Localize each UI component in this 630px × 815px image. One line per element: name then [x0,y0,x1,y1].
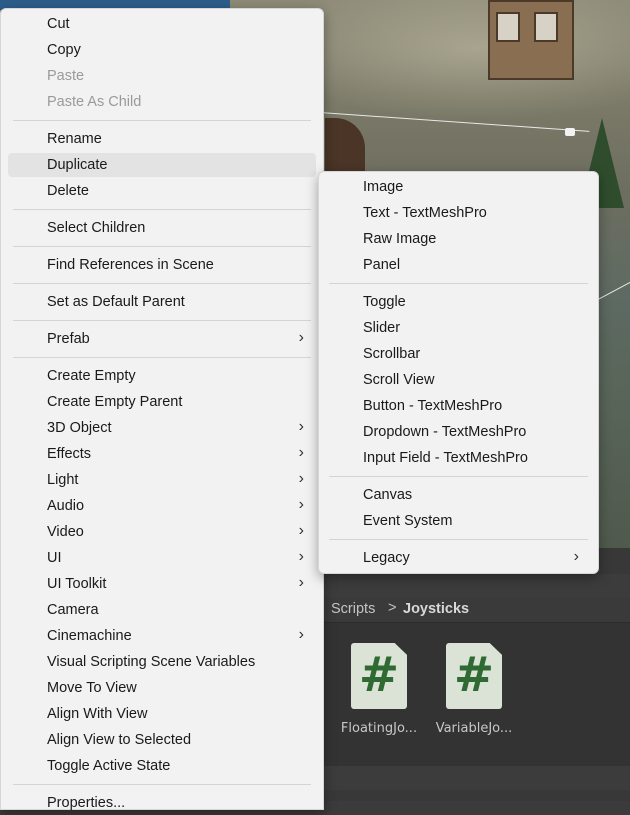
menu-separator [13,357,311,358]
menu-item-delete[interactable]: Delete [8,179,316,203]
building-window [496,12,520,42]
building-window [534,12,558,42]
chevron-right-icon: › [298,548,304,565]
menu-item-create-empty-parent[interactable]: Create Empty Parent [8,390,316,414]
submenu-item-event-system[interactable]: Event System [326,509,591,533]
submenu-item-button-textmeshpro[interactable]: Button - TextMeshPro [326,394,591,418]
menu-item-visual-scripting-scene-variables[interactable]: Visual Scripting Scene Variables [8,650,316,674]
menu-item-properties[interactable]: Properties... [8,791,316,815]
menu-item-ui[interactable]: UI › [8,546,316,570]
menu-item-toggle-active-state[interactable]: Toggle Active State [8,754,316,778]
chevron-right-icon: › [573,548,579,565]
menu-separator [13,320,311,321]
menu-separator [13,784,311,785]
menu-item-align-view-to-selected[interactable]: Align View to Selected [8,728,316,752]
script-asset[interactable]: # FloatingJo... [334,643,424,736]
chevron-right-icon: › [298,470,304,487]
menu-item-3d-object[interactable]: 3D Object › [8,416,316,440]
menu-item-paste[interactable]: Paste [8,64,316,88]
chevron-right-icon: › [298,418,304,435]
submenu-item-panel[interactable]: Panel [326,253,591,277]
submenu-item-scrollbar[interactable]: Scrollbar [326,342,591,366]
chevron-right-icon: › [298,496,304,513]
chevron-right-icon: › [298,522,304,539]
menu-separator [329,283,588,284]
csharp-script-icon: # [446,643,502,709]
menu-item-light[interactable]: Light › [8,468,316,492]
scene-building [488,0,574,80]
submenu-item-text-textmeshpro[interactable]: Text - TextMeshPro [326,201,591,225]
breadcrumb-separator: > [388,600,397,616]
selection-outline [596,281,630,301]
submenu-item-raw-image[interactable]: Raw Image [326,227,591,251]
menu-separator [13,209,311,210]
asset-name: FloatingJo... [340,721,418,736]
ui-submenu: Image Text - TextMeshPro Raw Image Panel… [318,171,599,574]
breadcrumb-scripts[interactable]: Scripts [331,601,375,617]
menu-item-cinemachine[interactable]: Cinemachine › [8,624,316,648]
chevron-right-icon: › [298,444,304,461]
menu-item-effects[interactable]: Effects › [8,442,316,466]
menu-item-find-references[interactable]: Find References in Scene [8,253,316,277]
breadcrumb-joysticks[interactable]: Joysticks [403,601,469,617]
script-asset[interactable]: # VariableJo... [429,643,519,736]
menu-separator [329,539,588,540]
menu-item-video[interactable]: Video › [8,520,316,544]
menu-item-cut[interactable]: Cut [8,12,316,36]
menu-separator [329,476,588,477]
submenu-item-image[interactable]: Image [326,175,591,199]
hierarchy-context-menu: Cut Copy Paste Paste As Child Rename Dup… [0,8,324,811]
submenu-item-toggle[interactable]: Toggle [326,290,591,314]
menu-separator [13,120,311,121]
menu-item-ui-toolkit[interactable]: UI Toolkit › [8,572,316,596]
menu-item-duplicate[interactable]: Duplicate [8,153,316,177]
menu-item-copy[interactable]: Copy [8,38,316,62]
submenu-item-input-field-textmeshpro[interactable]: Input Field - TextMeshPro [326,446,591,470]
asset-name: VariableJo... [435,721,513,736]
menu-item-align-with-view[interactable]: Align With View [8,702,316,726]
menu-item-move-to-view[interactable]: Move To View [8,676,316,700]
menu-item-camera[interactable]: Camera [8,598,316,622]
rect-transform-handle[interactable] [565,128,575,136]
menu-item-prefab[interactable]: Prefab › [8,327,316,351]
menu-separator [13,246,311,247]
csharp-script-icon: # [351,643,407,709]
chevron-right-icon: › [298,626,304,643]
menu-item-set-default-parent[interactable]: Set as Default Parent [8,290,316,314]
submenu-item-legacy[interactable]: Legacy › [326,546,591,570]
submenu-item-slider[interactable]: Slider [326,316,591,340]
menu-item-create-empty[interactable]: Create Empty [8,364,316,388]
menu-item-rename[interactable]: Rename [8,127,316,151]
scene-roof [325,118,365,178]
chevron-right-icon: › [298,574,304,591]
menu-item-select-children[interactable]: Select Children [8,216,316,240]
menu-separator [13,283,311,284]
submenu-item-scroll-view[interactable]: Scroll View [326,368,591,392]
chevron-right-icon: › [298,329,304,346]
submenu-item-canvas[interactable]: Canvas [326,483,591,507]
menu-item-paste-as-child[interactable]: Paste As Child [8,90,316,114]
menu-item-audio[interactable]: Audio › [8,494,316,518]
submenu-item-dropdown-textmeshpro[interactable]: Dropdown - TextMeshPro [326,420,591,444]
